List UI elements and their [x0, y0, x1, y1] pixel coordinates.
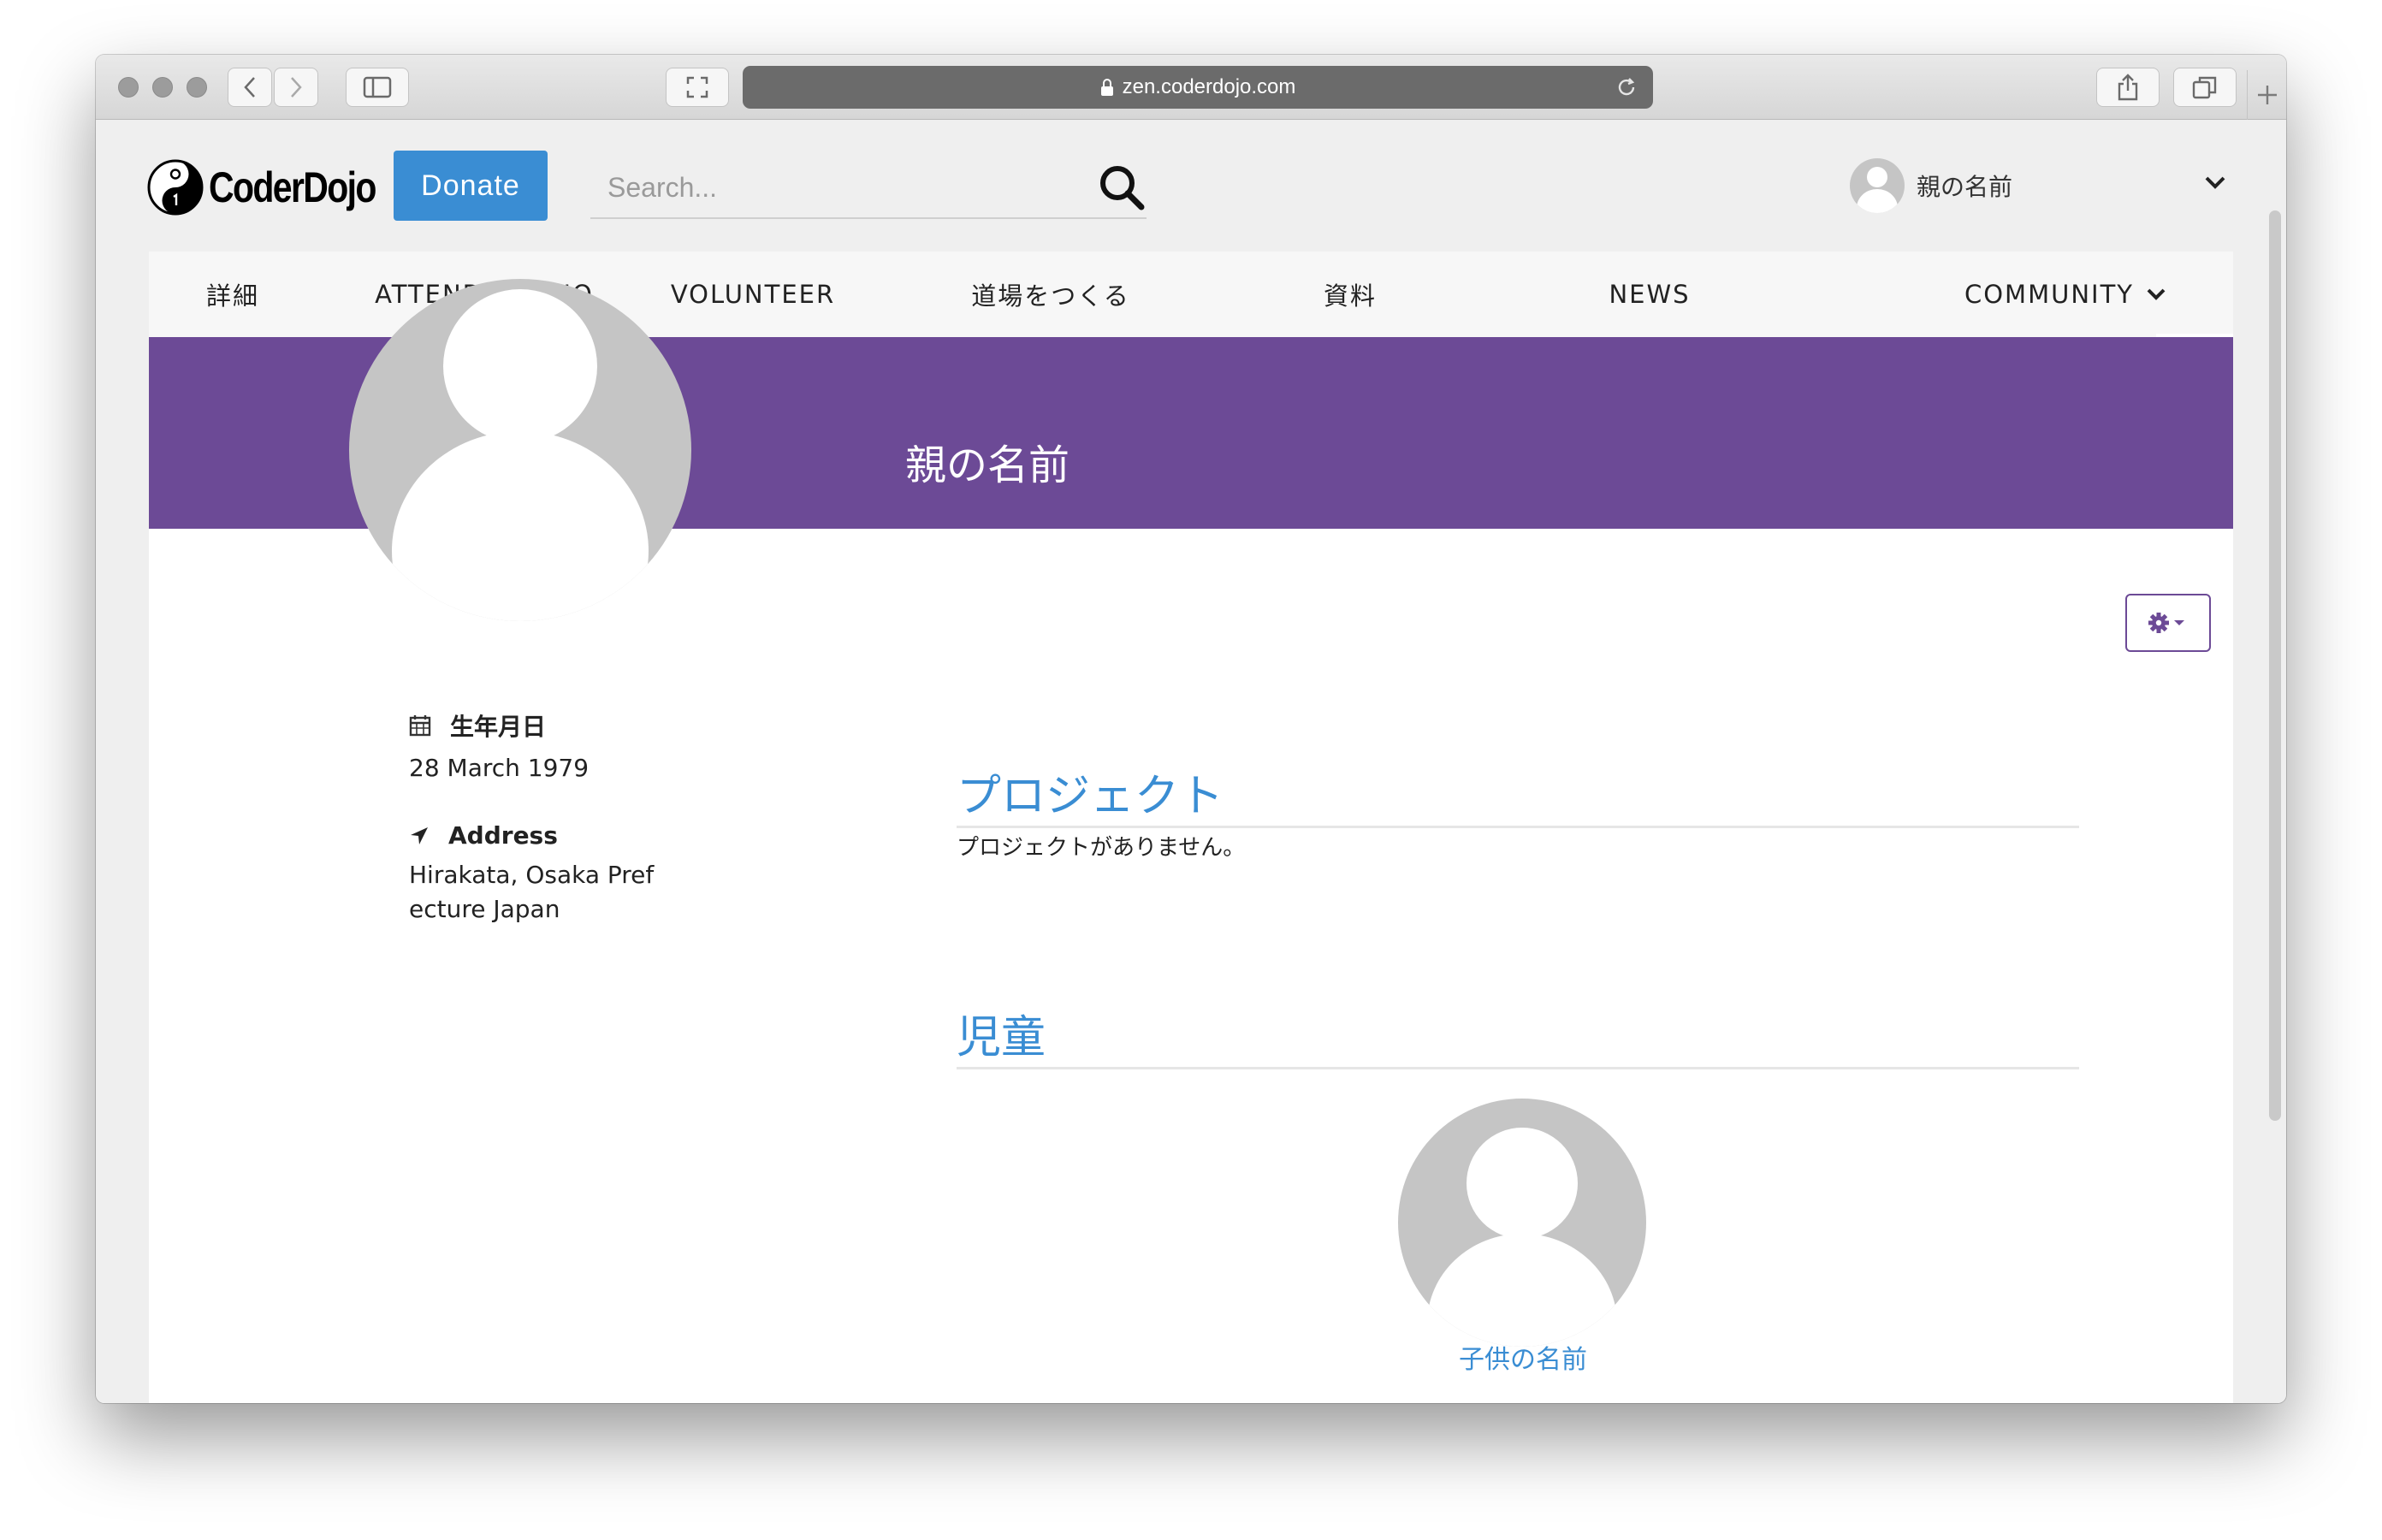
- fullscreen-button[interactable]: [666, 68, 729, 107]
- nav-item-label: 詳細: [205, 281, 259, 311]
- close-window-button[interactable]: [118, 77, 139, 98]
- expand-icon: [686, 76, 708, 98]
- chevron-down-icon: [2147, 288, 2166, 300]
- child-avatar[interactable]: [1398, 1099, 1646, 1347]
- profile-avatar: [349, 279, 691, 621]
- caret-down-icon: [2174, 620, 2184, 625]
- nav-item-label: COMMUNITY: [1964, 280, 2135, 309]
- projects-heading: プロジェクト: [957, 760, 2079, 828]
- plus-icon: [2257, 86, 2277, 104]
- address-bar[interactable]: zen.coderdojo.com: [743, 66, 1653, 109]
- lock-icon: [1100, 79, 1113, 96]
- user-name: 親の名前: [1917, 173, 2013, 201]
- user-menu[interactable]: 親の名前: [1850, 157, 2226, 214]
- nav-item-start-a-dojo[interactable]: 道場をつくる: [883, 252, 1218, 337]
- page-scrollbar[interactable]: [2269, 210, 2281, 1121]
- chevron-down-icon: [2205, 176, 2225, 189]
- page-viewport: CoderDojo Donate 親の名前 詳細 AT: [96, 120, 2286, 1403]
- forward-button[interactable]: [274, 68, 318, 107]
- chevron-left-icon: [244, 77, 255, 98]
- minimize-window-button[interactable]: [152, 77, 173, 98]
- coderdojo-logo[interactable]: CoderDojo: [147, 159, 412, 216]
- profile-settings-button[interactable]: [2125, 594, 2211, 652]
- profile-name: 親の名前: [905, 441, 1070, 489]
- children-heading: 児童: [957, 1001, 2079, 1069]
- zoom-window-button[interactable]: [187, 77, 207, 98]
- url-text: zen.coderdojo.com: [1122, 75, 1296, 98]
- nav-item-details[interactable]: 詳細: [149, 252, 317, 337]
- yin-yang-logo-icon: [147, 159, 204, 216]
- browser-toolbar: zen.coderdojo.com: [96, 55, 2286, 120]
- reload-icon[interactable]: [1615, 76, 1638, 98]
- browser-window: zen.coderdojo.com CoderDojo Donate Searc…: [96, 55, 2286, 1403]
- address-block: Address Hirakata, Osaka Prefecture Japan: [409, 821, 666, 927]
- child-name-link[interactable]: 子供の名前: [1396, 1338, 1650, 1376]
- address-label: Address: [448, 821, 558, 850]
- user-avatar: [1850, 158, 1905, 213]
- donate-button[interactable]: Donate: [394, 151, 548, 221]
- share-icon: [2118, 74, 2138, 101]
- projects-empty-text: プロジェクトがありません。: [957, 835, 1246, 861]
- new-tab-button[interactable]: [2247, 70, 2286, 120]
- sidebar-icon: [363, 76, 392, 98]
- search-box: [590, 156, 1147, 219]
- chevron-right-icon: [291, 77, 302, 98]
- nav-item-news[interactable]: NEWS: [1482, 252, 1817, 337]
- nav-item-label: VOLUNTEER: [670, 280, 836, 309]
- nav-item-label: NEWS: [1609, 280, 1691, 309]
- site-header: CoderDojo Donate 親の名前: [96, 120, 2286, 252]
- birthdate-block: 生年月日 28 March 1979: [409, 708, 666, 785]
- address-value: Hirakata, Osaka Prefecture Japan: [409, 861, 655, 923]
- tabs-overview-button[interactable]: [2173, 68, 2237, 107]
- birthdate-value: 28 March 1979: [409, 754, 590, 782]
- tabs-icon: [2192, 76, 2217, 99]
- logo-text: CoderDojo: [209, 163, 376, 211]
- calendar-icon: [409, 715, 431, 737]
- location-arrow-icon: [411, 826, 428, 844]
- nav-item-resources[interactable]: 資料: [1182, 252, 1518, 337]
- nav-item-label: 道場をつくる: [971, 281, 1130, 311]
- nav-item-community[interactable]: COMMUNITY: [1898, 252, 2233, 337]
- profile-content: [149, 529, 2233, 1403]
- nav-item-label: 資料: [1323, 281, 1377, 311]
- share-button[interactable]: [2096, 68, 2160, 107]
- sidebar-toggle-button[interactable]: [346, 68, 409, 107]
- back-button[interactable]: [228, 68, 272, 107]
- gear-icon: [2148, 613, 2184, 633]
- birthdate-label: 生年月日: [450, 713, 547, 741]
- search-icon[interactable]: [1097, 163, 1147, 212]
- search-input[interactable]: [607, 168, 1052, 207]
